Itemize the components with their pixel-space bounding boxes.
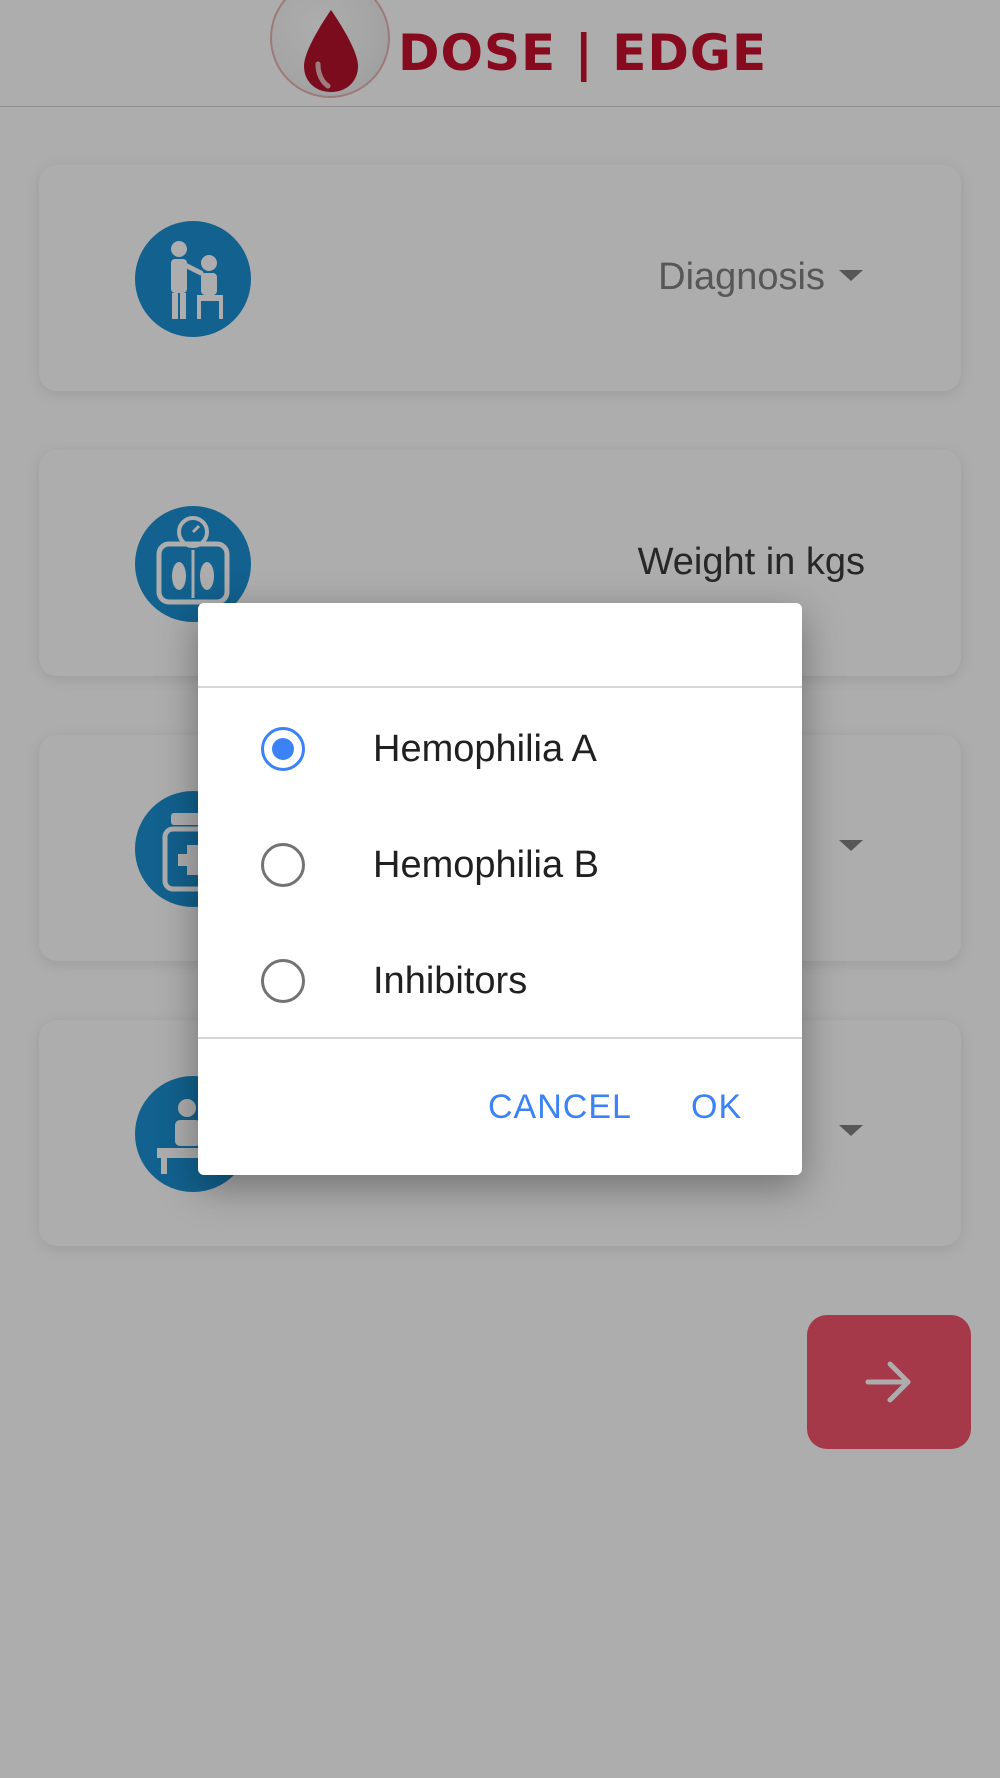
option-label: Hemophilia B xyxy=(373,844,599,886)
option-label: Inhibitors xyxy=(373,960,528,1002)
option-hemophilia-a[interactable]: Hemophilia A xyxy=(198,691,802,807)
radio-unchecked-icon[interactable] xyxy=(261,843,305,887)
ok-button[interactable]: OK xyxy=(691,1085,742,1129)
radio-checked-icon[interactable] xyxy=(261,727,305,771)
cancel-button[interactable]: CANCEL xyxy=(488,1085,632,1129)
option-inhibitors[interactable]: Inhibitors xyxy=(198,923,802,1039)
radio-unchecked-icon[interactable] xyxy=(261,959,305,1003)
dialog-divider xyxy=(198,1037,802,1039)
dialog-header xyxy=(198,603,802,688)
diagnosis-select-dialog: Hemophilia A Hemophilia B Inhibitors CAN… xyxy=(198,603,802,1175)
option-label: Hemophilia A xyxy=(373,728,597,770)
option-hemophilia-b[interactable]: Hemophilia B xyxy=(198,807,802,923)
